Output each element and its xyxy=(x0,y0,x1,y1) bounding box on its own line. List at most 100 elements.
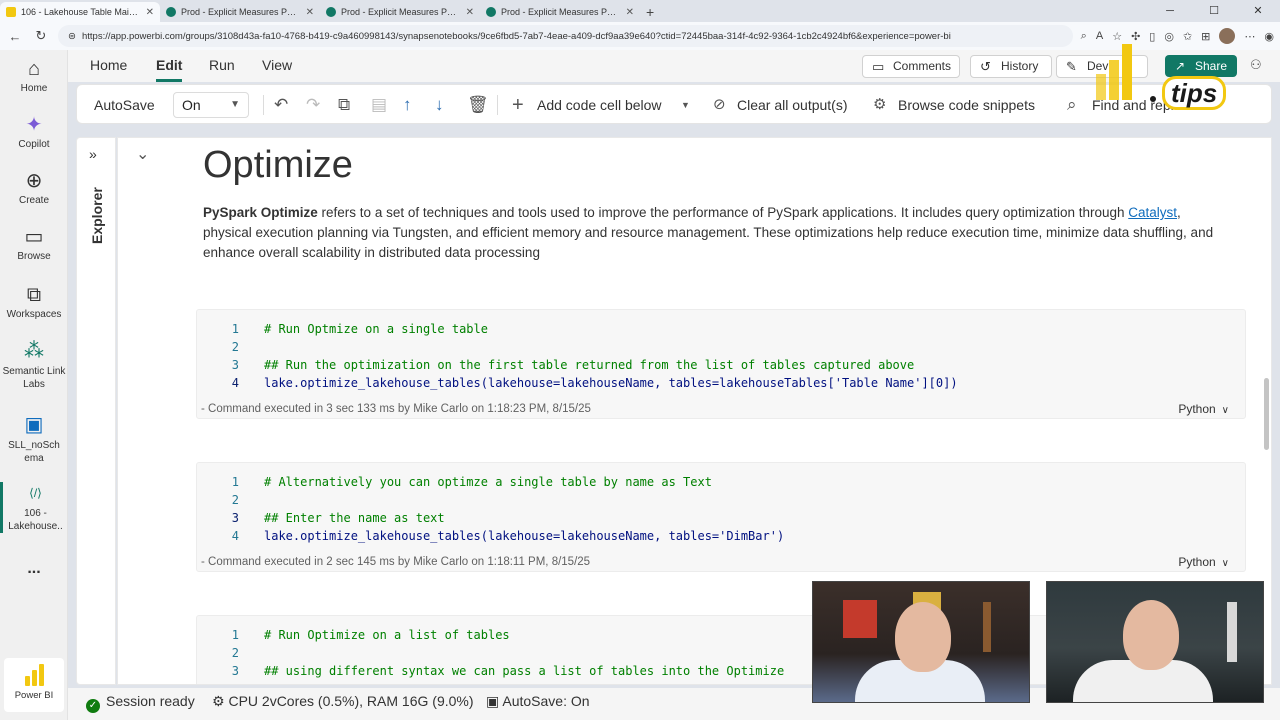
favorite-star-icon[interactable]: ☆ xyxy=(1112,30,1122,43)
session-status[interactable]: ✓ Session ready xyxy=(86,688,195,714)
line-number: 1 xyxy=(231,475,239,489)
workspaces-icon: ⧉ xyxy=(26,284,42,306)
close-window-icon[interactable]: ✕ xyxy=(1236,0,1280,22)
paragraph-text: refers to a set of techniques and tools … xyxy=(317,205,1129,220)
move-down-icon[interactable]: ↓ xyxy=(435,85,444,125)
search-icon: ⌕ xyxy=(1067,95,1077,114)
browser-toolbar-icons: ⌕ A ☆ ✣ ▯ ◎ ✩ ⊞ ⋯ ◉ xyxy=(1081,28,1274,44)
rail-item-browse[interactable]: ▭ Browse xyxy=(0,226,68,262)
code-editor[interactable]: 1 # Run Optmize on a single table 2 3 ## R… xyxy=(197,320,1245,392)
history-button[interactable]: ↺ History xyxy=(970,55,1052,78)
rail-item-notebook[interactable]: ⟨/⟩ 106 - Lakehouse.. xyxy=(0,482,68,533)
back-icon[interactable]: ← xyxy=(6,29,24,44)
rail-item-semantic-link-labs[interactable]: ⁂ Semantic Link Labs xyxy=(0,340,68,391)
new-tab-icon[interactable]: + xyxy=(646,2,654,22)
find-replace-button[interactable]: Find and replace xyxy=(1092,85,1196,125)
session-label: Session ready xyxy=(106,693,195,709)
powerbi-favicon-icon xyxy=(6,7,16,17)
paste-icon[interactable]: ▤ xyxy=(371,85,387,125)
more-icon[interactable]: ⋯ xyxy=(1244,30,1255,43)
rail-item-sll-noschema[interactable]: ▣ SLL_noSchema xyxy=(0,414,68,465)
refresh-icon[interactable]: ↻ xyxy=(32,28,50,44)
person-settings-icon[interactable]: ⚇ xyxy=(1250,57,1262,73)
language-selector[interactable]: Python ∨ xyxy=(1178,402,1229,416)
rail-item-label: Workspaces xyxy=(6,309,62,320)
autosave-status-label: AutoSave: On xyxy=(502,693,590,709)
edge-copilot-icon[interactable]: ◉ xyxy=(1264,30,1274,43)
redo-icon[interactable]: ↷ xyxy=(306,85,320,125)
tab-run[interactable]: Run xyxy=(209,50,235,82)
rail-item-workspaces[interactable]: ⧉ Workspaces xyxy=(0,284,68,320)
browser-tab[interactable]: 106 - Lakehouse Table Maintenan ✕ xyxy=(0,2,160,22)
close-tab-icon[interactable]: ✕ xyxy=(146,7,154,18)
browser-tab[interactable]: Prod - Explicit Measures Podcast ✕ xyxy=(320,2,480,22)
catalyst-link[interactable]: Catalyst xyxy=(1128,205,1177,220)
close-tab-icon[interactable]: ✕ xyxy=(306,7,314,18)
guitar xyxy=(1227,602,1237,662)
close-tab-icon[interactable]: ✕ xyxy=(626,7,634,18)
rail-item-label: Home xyxy=(20,83,48,94)
browser-tab[interactable]: Prod - Explicit Measures Podcast ✕ xyxy=(480,2,640,22)
rail-item-home[interactable]: ⌂ Home xyxy=(0,58,68,94)
maximize-icon[interactable]: ☐ xyxy=(1192,0,1236,22)
clear-outputs-button[interactable]: Clear all output(s) xyxy=(737,85,848,125)
copilot-browser-icon[interactable]: ◎ xyxy=(1164,30,1174,43)
favorites-icon[interactable]: ✩ xyxy=(1183,30,1192,43)
more-apps-icon[interactable]: ... xyxy=(0,560,68,578)
develop-button[interactable]: ✎ Dev xyxy=(1056,55,1148,78)
code-line: 4 lake.optimize_lakehouse_tables(lakehous… xyxy=(197,374,1245,392)
code-cell[interactable]: 1 # Alternatively you can optimze a singl… xyxy=(196,462,1246,572)
develop-label: Dev xyxy=(1087,59,1109,73)
code-cell[interactable]: 1 # Run Optmize on a single table 2 3 ## R… xyxy=(196,309,1246,419)
expand-explorer-icon[interactable]: » xyxy=(89,146,97,162)
chevron-down-icon[interactable]: ▼ xyxy=(681,85,690,125)
toolbar-divider xyxy=(263,95,264,115)
read-aloud-icon[interactable]: A xyxy=(1096,30,1103,42)
create-plus-icon: ⊕ xyxy=(25,170,43,192)
toolbar-divider xyxy=(497,95,498,115)
explorer-label[interactable]: Explorer xyxy=(89,187,105,244)
markdown-paragraph: PySpark Optimize refers to a set of tech… xyxy=(203,203,1233,263)
close-tab-icon[interactable]: ✕ xyxy=(466,7,474,18)
webcam-feed-left xyxy=(812,581,1030,703)
rail-item-label: SLL_noSchema xyxy=(8,440,60,464)
autosave-label: AutoSave xyxy=(94,97,155,113)
resource-usage[interactable]: ⚙ CPU 2vCores (0.5%), RAM 16G (9.0%) xyxy=(212,688,474,714)
powerbi-app-switcher[interactable]: Power BI xyxy=(4,658,64,712)
browse-snippets-button[interactable]: Browse code snippets xyxy=(898,85,1035,125)
url-field[interactable]: ⊜ https://app.powerbi.com/groups/3108d43… xyxy=(58,25,1073,47)
canvas-scrollbar[interactable] xyxy=(1264,378,1269,450)
extensions-icon[interactable]: ✣ xyxy=(1131,30,1140,43)
history-label: History xyxy=(1001,59,1039,73)
delete-icon[interactable]: 🗑 xyxy=(467,85,489,125)
split-screen-icon[interactable]: ▯ xyxy=(1149,30,1155,43)
language-label: Python xyxy=(1178,402,1216,416)
minimize-icon[interactable]: ─ xyxy=(1148,0,1192,22)
move-up-icon[interactable]: ↑ xyxy=(403,85,412,125)
code-line: 2 xyxy=(197,338,1245,356)
collections-icon[interactable]: ⊞ xyxy=(1201,30,1210,43)
profile-avatar[interactable] xyxy=(1219,28,1236,44)
line-number: 4 xyxy=(231,529,239,543)
line-number: 3 xyxy=(231,511,239,525)
site-info-icon[interactable]: ⊜ xyxy=(68,31,76,42)
rail-item-create[interactable]: ⊕ Create xyxy=(0,170,68,206)
code-editor[interactable]: 1 # Alternatively you can optimze a singl… xyxy=(197,473,1245,545)
zoom-icon[interactable]: ⌕ xyxy=(1081,30,1087,43)
tab-edit[interactable]: Edit xyxy=(156,50,183,82)
language-selector[interactable]: Python ∨ xyxy=(1178,555,1229,569)
browser-tab[interactable]: Prod - Explicit Measures Podcast ✕ xyxy=(160,2,320,22)
add-code-cell-button[interactable]: Add code cell below xyxy=(537,85,662,125)
guitar xyxy=(983,602,991,652)
tab-view[interactable]: View xyxy=(262,50,292,82)
undo-icon[interactable]: ↶ xyxy=(274,85,288,125)
share-button[interactable]: ↗ Share xyxy=(1165,55,1237,77)
tab-home[interactable]: Home xyxy=(90,50,127,82)
autosave-dropdown[interactable]: On ▼ xyxy=(173,92,249,118)
url-text: https://app.powerbi.com/groups/3108d43a-… xyxy=(81,30,951,42)
code-text: lake.optimize_lakehouse_tables(lakehouse… xyxy=(264,529,785,543)
collapse-section-icon[interactable]: ⌄ xyxy=(136,144,149,164)
rail-item-copilot[interactable]: ✦ Copilot xyxy=(0,114,68,150)
copy-icon[interactable]: ⧉ xyxy=(338,85,350,125)
comments-button[interactable]: ▭ Comments xyxy=(862,55,960,78)
